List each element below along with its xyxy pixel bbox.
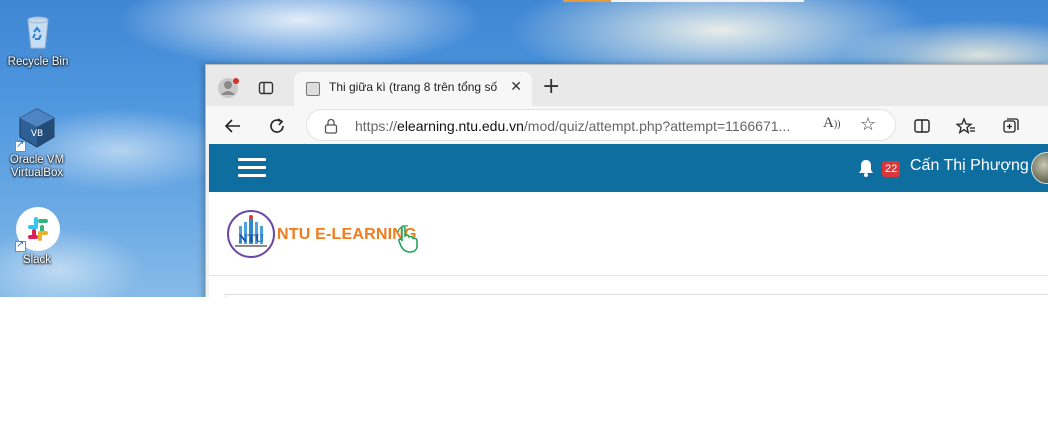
screen: Recycle Bin VB Oracle VM VirtualBox — [0, 0, 1048, 297]
pointing-hand-icon — [397, 225, 418, 253]
shortcut-arrow-icon — [15, 239, 26, 252]
lock-icon[interactable] — [324, 118, 338, 134]
add-favorite-star-icon[interactable]: ☆ — [860, 114, 876, 135]
address-bar[interactable]: https://elearning.ntu.edu.vn/mod/quiz/at… — [306, 109, 896, 141]
ntu-emblem-icon: NTU — [227, 210, 275, 258]
url-host: elearning.ntu.edu.vn — [397, 118, 524, 134]
desktop-icon-label: Slack — [22, 254, 52, 266]
collections-icon — [1003, 118, 1019, 133]
site-logo[interactable]: NTU NTU E-LEARNING — [227, 210, 447, 262]
refresh-icon — [270, 118, 284, 133]
page-favicon-icon — [306, 82, 320, 96]
tab-close-button[interactable]: ✕ — [510, 79, 522, 95]
site-navbar: 22 Cấn Thị Phượng — [209, 144, 1048, 192]
virtualbox-icon: VB — [15, 106, 59, 152]
notification-count-badge[interactable]: 22 — [882, 161, 901, 177]
tab-actions-button[interactable] — [252, 74, 280, 102]
user-avatar[interactable] — [1031, 152, 1048, 184]
tab-active[interactable]: Thi giữa kì (trang 8 trên tổng số ✕ — [294, 72, 532, 106]
collections-button[interactable] — [997, 112, 1025, 140]
browser-window: Thi giữa kì (trang 8 trên tổng số ✕ + ht… — [205, 64, 1048, 297]
back-button[interactable] — [219, 112, 247, 140]
desktop-icon-slack[interactable]: Slack — [0, 206, 75, 267]
url-prefix: https:// — [355, 118, 398, 134]
user-name[interactable]: Cấn Thị Phượng — [910, 157, 1029, 175]
emblem-text: NTU — [238, 234, 264, 245]
address-toolbar: https://elearning.ntu.edu.vn/mod/quiz/at… — [206, 106, 1048, 144]
favorites-button[interactable] — [952, 112, 980, 140]
refresh-button[interactable] — [263, 112, 291, 140]
url-text[interactable]: https://elearning.ntu.edu.vn/mod/quiz/at… — [355, 118, 790, 134]
profile-icon — [218, 78, 239, 98]
url-path: /mod/quiz/attempt.php?attempt=1166671... — [523, 118, 791, 134]
split-screen-icon — [914, 119, 930, 133]
quiz-content-card — [225, 294, 1048, 297]
back-arrow-icon — [224, 119, 240, 133]
web-page: 22 Cấn Thị Phượng NTU NTU E-LEARNING — [209, 144, 1048, 297]
read-aloud-icon[interactable]: A)) — [823, 115, 841, 132]
header-divider — [209, 275, 1048, 276]
slack-icon — [15, 206, 60, 252]
new-tab-button[interactable]: + — [542, 75, 560, 99]
shortcut-arrow-icon — [15, 139, 26, 152]
tab-title: Thi giữa kì (trang 8 trên tổng số — [329, 80, 498, 94]
profile-button[interactable] — [214, 74, 242, 102]
svg-text:VB: VB — [31, 129, 43, 139]
notification-bell-icon[interactable] — [857, 158, 875, 178]
vertical-tabs-icon — [258, 81, 274, 95]
favorites-list-icon — [956, 117, 975, 134]
split-screen-button[interactable] — [908, 112, 936, 140]
menu-hamburger-icon[interactable] — [238, 158, 266, 178]
recycle-bin-icon — [16, 8, 60, 52]
more-button[interactable] — [1038, 112, 1048, 140]
desktop-icon-virtualbox[interactable]: VB Oracle VM VirtualBox — [0, 106, 75, 180]
desktop-icon-recycle-bin[interactable]: Recycle Bin — [0, 8, 76, 69]
desktop-icon-label: Recycle Bin — [7, 56, 69, 68]
tab-bar: Thi giữa kì (trang 8 trên tổng số ✕ + — [206, 65, 1048, 106]
logo-text: NTU E-LEARNING — [277, 226, 417, 243]
desktop-icon-label: Oracle VM VirtualBox — [9, 154, 65, 179]
